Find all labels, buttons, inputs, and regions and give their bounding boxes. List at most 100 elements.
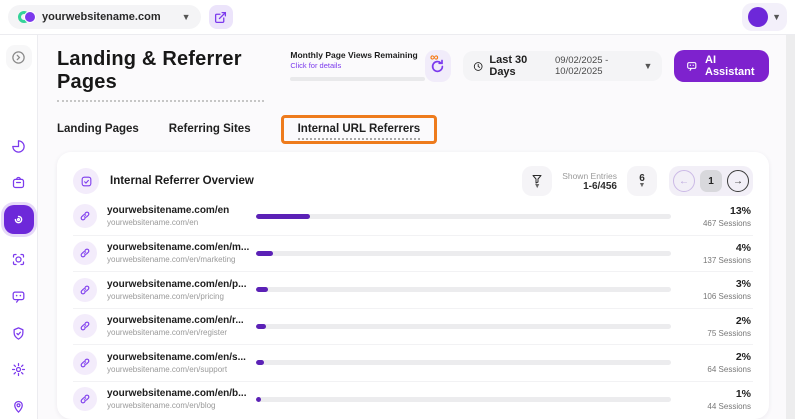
referrer-url: yourwebsitename.com/en/b...: [107, 388, 252, 399]
ai-assistant-button[interactable]: AI Assistant: [674, 50, 769, 82]
table-row[interactable]: yourwebsitename.com/en/m... yourwebsiten…: [73, 235, 753, 272]
sessions-bar-fill: [256, 397, 261, 402]
sessions-bar-track: [256, 360, 671, 365]
sessions-bar-track: [256, 324, 671, 329]
page-scrollbar[interactable]: [786, 35, 795, 419]
gear-icon: [11, 362, 26, 377]
infinity-icon: ∞: [430, 50, 439, 64]
site-selector-label: yourwebsitename.com: [42, 11, 161, 23]
site-selector[interactable]: yourwebsitename.com ▼: [8, 5, 201, 29]
card-title: Internal Referrer Overview: [110, 175, 254, 187]
sessions-bar-track: [256, 251, 671, 256]
table-row[interactable]: yourwebsitename.com/en/b... yourwebsiten…: [73, 381, 753, 418]
sidebar-item-privacy[interactable]: [6, 321, 32, 346]
link-icon: [73, 204, 97, 228]
tab-landing-pages[interactable]: Landing Pages: [57, 123, 139, 135]
pie-chart-icon: [11, 139, 26, 154]
tab-label: Internal URL Referrers: [298, 123, 421, 140]
link-icon: [73, 387, 97, 411]
sidebar-item-goals[interactable]: [6, 248, 32, 273]
referrer-url-full: yourwebsitename.com/en/support: [107, 365, 252, 374]
sessions-bar-track: [256, 214, 671, 219]
sidebar-item-campaigns[interactable]: [6, 170, 32, 195]
quota-title: Monthly Page Views Remaining: [290, 50, 424, 60]
sessions-count: 75 Sessions: [687, 329, 751, 338]
referrer-overview-card: Internal Referrer Overview ▼ Shown Entri…: [57, 152, 769, 419]
chat-icon: [11, 289, 26, 304]
sidebar: [0, 35, 38, 419]
sidebar-item-feedback[interactable]: [6, 284, 32, 309]
referrer-swirl-icon: [11, 212, 26, 227]
tab-internal-url-referrers[interactable]: Internal URL Referrers: [281, 115, 438, 144]
tab-bar: Landing Pages Referring Sites Internal URL…: [57, 115, 769, 143]
sessions-percent: 2%: [687, 315, 751, 327]
referrer-table: yourwebsitename.com/en yourwebsitename.c…: [73, 198, 753, 417]
sidebar-item-locations[interactable]: [6, 394, 32, 419]
sessions-count: 137 Sessions: [687, 256, 751, 265]
chevron-down-icon: ▼: [772, 13, 781, 22]
report-icon: [73, 168, 99, 194]
chevron-down-icon: ▼: [534, 185, 541, 189]
referrer-url-full: yourwebsitename.com/en: [107, 218, 252, 227]
sessions-bar-fill: [256, 324, 266, 329]
referrer-url-full: yourwebsitename.com/en/pricing: [107, 292, 252, 301]
page-size-select[interactable]: 6 ▼: [627, 166, 657, 196]
link-icon: [73, 241, 97, 265]
referrer-url: yourwebsitename.com/en/m...: [107, 242, 252, 253]
quota-details-link[interactable]: Click for details: [290, 61, 424, 70]
sessions-bar-fill: [256, 360, 264, 365]
sidebar-item-referrer-pages[interactable]: [4, 205, 34, 233]
referrer-url: yourwebsitename.com/en/r...: [107, 315, 252, 326]
sidebar-item-settings[interactable]: [6, 358, 32, 383]
sessions-percent: 13%: [687, 205, 751, 217]
current-page: 1: [700, 170, 722, 192]
target-icon: [11, 252, 26, 267]
chat-bubble-icon: [686, 59, 698, 73]
sidebar-expand-button[interactable]: [6, 45, 32, 70]
date-preset-label: Last 30 Days: [489, 54, 543, 78]
main-content: Landing & Referrer Pages Monthly Page Vi…: [38, 35, 769, 419]
link-icon: [73, 351, 97, 375]
table-row[interactable]: yourwebsitename.com/en yourwebsitename.c…: [73, 198, 753, 235]
table-row[interactable]: yourwebsitename.com/en/r... yourwebsiten…: [73, 308, 753, 345]
referrer-url-full: yourwebsitename.com/en/marketing: [107, 255, 252, 264]
referrer-url-full: yourwebsitename.com/en/register: [107, 328, 252, 337]
sessions-percent: 3%: [687, 278, 751, 290]
shown-entries: Shown Entries 1-6/456: [562, 171, 617, 192]
date-range-label: 09/02/2025 - 10/02/2025: [555, 55, 638, 77]
sessions-percent: 2%: [687, 351, 751, 363]
quota-widget: Monthly Page Views Remaining Click for d…: [290, 48, 424, 81]
sessions-bar-fill: [256, 287, 268, 292]
sessions-count: 467 Sessions: [687, 219, 751, 228]
user-menu[interactable]: ▼: [742, 3, 787, 31]
pagination: ← 1 →: [669, 166, 753, 196]
next-page-button[interactable]: →: [727, 170, 749, 192]
shown-entries-value: 1-6/456: [562, 181, 617, 192]
sessions-count: 106 Sessions: [687, 292, 751, 301]
sessions-count: 64 Sessions: [687, 365, 751, 374]
sessions-bar-fill: [256, 214, 310, 219]
chevron-down-icon: ▼: [182, 13, 191, 22]
topbar: yourwebsitename.com ▼ ▼: [0, 0, 795, 35]
tab-label: Referring Sites: [169, 123, 251, 135]
page-title: Landing & Referrer Pages: [57, 48, 264, 102]
shown-entries-label: Shown Entries: [562, 171, 617, 181]
date-range-picker[interactable]: Last 30 Days 09/02/2025 - 10/02/2025 ▼: [463, 51, 662, 81]
sessions-bar-track: [256, 397, 671, 402]
table-row[interactable]: yourwebsitename.com/en/p... yourwebsiten…: [73, 271, 753, 308]
referrer-url-full: yourwebsitename.com/en/blog: [107, 401, 252, 410]
tab-referring-sites[interactable]: Referring Sites: [169, 123, 251, 135]
location-icon: [11, 399, 26, 414]
referrer-url: yourwebsitename.com/en/p...: [107, 279, 252, 290]
sidebar-item-analytics[interactable]: [6, 134, 32, 159]
sessions-bar-fill: [256, 251, 273, 256]
sessions-percent: 1%: [687, 388, 751, 400]
link-icon: [73, 278, 97, 302]
app-logo-icon: [18, 10, 35, 24]
sessions-percent: 4%: [687, 242, 751, 254]
table-row[interactable]: yourwebsitename.com/en/s... yourwebsiten…: [73, 344, 753, 381]
expand-icon: [11, 50, 26, 65]
filter-button[interactable]: ▼: [522, 166, 552, 196]
open-site-button[interactable]: [209, 5, 233, 29]
prev-page-button[interactable]: ←: [673, 170, 695, 192]
